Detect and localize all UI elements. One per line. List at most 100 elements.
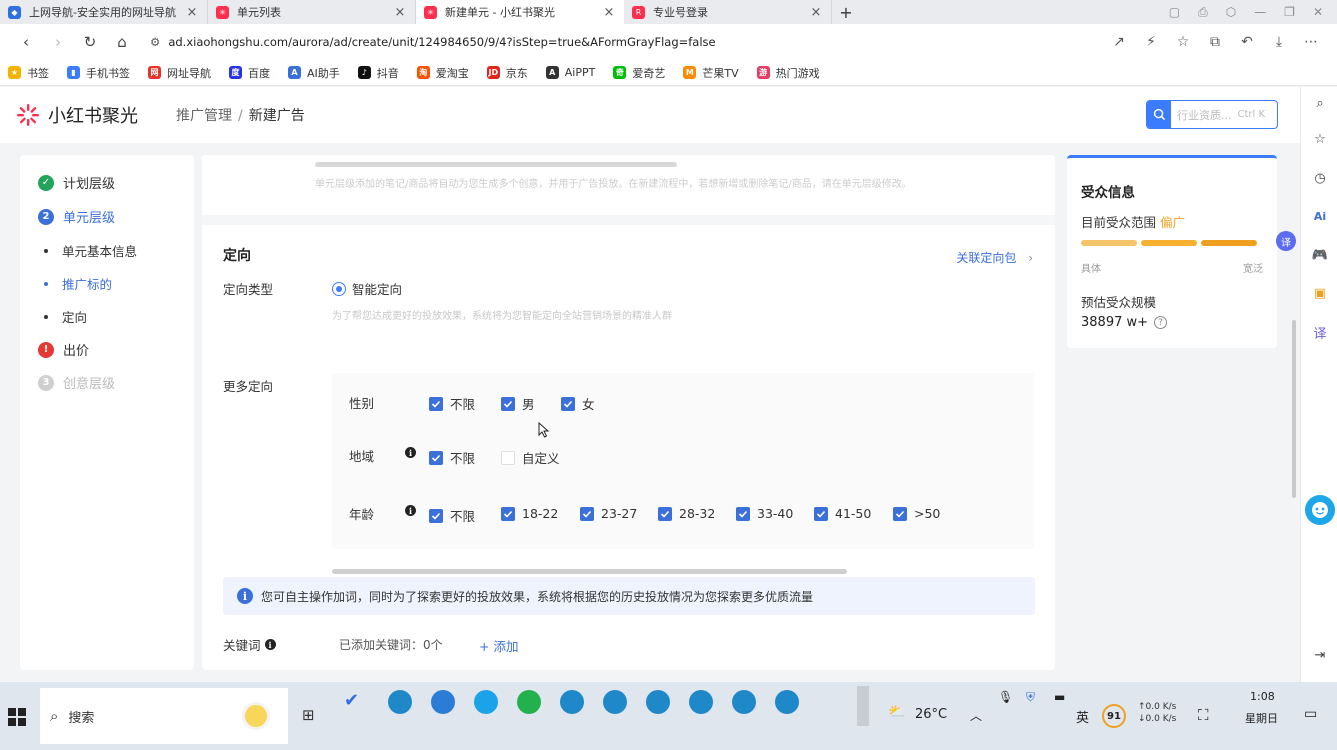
breadcrumb-item[interactable]: 推广管理 [176, 108, 232, 124]
bookmark-item[interactable]: M 芒果TV [683, 65, 739, 81]
undo-icon[interactable]: ↶ [1231, 34, 1263, 50]
search-icon[interactable]: ⌕ [1310, 93, 1330, 113]
age-option-checkbox[interactable]: 41-50 [814, 506, 871, 521]
bookmark-item[interactable]: ♪ 抖音 [357, 65, 399, 81]
star-icon[interactable]: ☆ [1167, 34, 1199, 50]
bookmark-item[interactable]: 网网址导航 [148, 65, 211, 81]
site-info-icon[interactable]: ⚙ [150, 35, 160, 49]
print-icon[interactable]: ⎙ [1198, 5, 1208, 20]
bookmark-item[interactable]: 淘爱淘宝 [416, 65, 469, 81]
screenshot-icon[interactable]: ⛶ [1198, 706, 1209, 724]
browser-tab[interactable]: ◆ 上网导航-安全实用的网址导航 × [0, 0, 208, 24]
browser-tab[interactable]: ✳ 单元列表 × [208, 0, 416, 24]
region-any-checkbox[interactable]: 不限 [429, 448, 475, 467]
more-icon[interactable]: ⋯ [1295, 34, 1327, 50]
horizontal-scrollbar[interactable] [332, 569, 847, 574]
bookmark-item[interactable]: A AiPPT [545, 66, 595, 79]
edge-browser-icon[interactable] [560, 690, 584, 714]
region-custom-checkbox[interactable]: 自定义 [501, 448, 560, 467]
translate-icon[interactable]: 译 [1310, 322, 1330, 342]
shield-icon[interactable]: ⛨ [1026, 690, 1035, 705]
step-unit-level[interactable]: 2 单元层级 [38, 207, 115, 226]
link-targeting-package-button[interactable]: 关联定向包 › [956, 249, 1033, 266]
history-icon[interactable]: ◷ [1310, 168, 1330, 188]
add-keyword-button[interactable]: + 添加 [479, 636, 518, 655]
horizontal-scrollbar[interactable] [315, 162, 677, 167]
minimize-icon[interactable]: — [1254, 5, 1266, 20]
favorites-icon[interactable]: ☆ [1310, 129, 1330, 149]
app-logo[interactable]: 小红书聚光 [16, 102, 138, 128]
chat-app-icon[interactable] [474, 690, 498, 714]
task-view-icon[interactable]: ⊞ [302, 706, 315, 724]
todo-icon[interactable]: ✔ [344, 690, 359, 711]
clock-weekday[interactable]: 星期日 [1245, 710, 1278, 726]
step-creative-level[interactable]: 3 创意层级 [38, 373, 115, 392]
share-icon[interactable]: ↗ [1103, 34, 1135, 50]
back-icon[interactable]: ‹ [10, 33, 42, 51]
age-option-checkbox[interactable]: 18-22 [501, 506, 558, 521]
weather-temp[interactable]: 26°C [915, 707, 947, 722]
bookmark-item[interactable]: 游热门游戏 [756, 65, 820, 81]
url-field[interactable]: ⚙ ad.xiaohongshu.com/aurora/ad/create/un… [144, 28, 1097, 56]
microphone-icon[interactable]: 🎙 [998, 690, 1013, 704]
extension-icon[interactable]: ⬡ [1226, 5, 1236, 20]
puzzle-icon[interactable]: ⧉ [1199, 34, 1231, 50]
age-option-checkbox[interactable]: 23-27 [580, 506, 637, 521]
age-option-checkbox[interactable]: 33-40 [736, 506, 793, 521]
help-icon[interactable]: ? [1154, 316, 1168, 329]
lightning-icon[interactable]: ⚡ [1135, 34, 1167, 50]
info-icon[interactable]: i [405, 447, 416, 458]
close-icon[interactable]: × [602, 5, 616, 20]
weather-icon[interactable]: ⛅ [888, 704, 905, 720]
wechat-icon[interactable] [517, 690, 541, 714]
bookmark-item[interactable]: A AI助手 [288, 65, 340, 81]
forward-icon[interactable]: › [42, 33, 74, 51]
search-icon[interactable] [1147, 101, 1171, 128]
collapse-panel-icon[interactable]: ⇥ [1310, 645, 1330, 665]
taskbar-scroll[interactable] [857, 686, 869, 726]
translate-icon[interactable]: 译 [1276, 231, 1296, 251]
search-input[interactable]: 行业资质... Ctrl K [1146, 100, 1278, 129]
substep-basic-info[interactable]: 单元基本信息 [44, 241, 137, 260]
bookmark-item[interactable]: 度百度 [229, 65, 270, 81]
performance-badge[interactable]: 91 [1102, 704, 1126, 728]
clock-time[interactable]: 1:08 [1250, 690, 1275, 703]
edge-browser-icon[interactable] [431, 690, 455, 714]
info-icon[interactable]: i [405, 505, 416, 516]
age-option-checkbox[interactable]: 不限 [429, 506, 475, 525]
edge-browser-icon[interactable] [646, 690, 670, 714]
close-icon[interactable]: × [809, 5, 823, 20]
briefcase-icon[interactable]: ▣ [1310, 283, 1330, 303]
bookmark-item[interactable]: 奇爱奇艺 [613, 65, 665, 81]
reload-icon[interactable]: ↻ [74, 33, 106, 51]
notification-icon[interactable]: ▭ [1304, 706, 1317, 722]
bookmark-item[interactable]: ▮ 手机书签 [67, 65, 130, 81]
edge-browser-icon[interactable] [603, 690, 627, 714]
edge-browser-icon[interactable] [775, 690, 799, 714]
download-icon[interactable]: ⤓ [1263, 34, 1295, 50]
maximize-icon[interactable]: ❐ [1284, 5, 1295, 20]
close-window-icon[interactable]: ✕ [1313, 5, 1323, 20]
close-icon[interactable]: × [185, 5, 199, 20]
smart-targeting-radio[interactable]: 智能定向 [332, 279, 402, 298]
gender-male-checkbox[interactable]: 男 [501, 394, 535, 413]
game-icon[interactable]: 🎮 [1310, 245, 1330, 265]
windows-start-icon[interactable] [8, 708, 26, 726]
step-plan-level[interactable]: ✓ 计划层级 [38, 173, 115, 192]
ime-indicator[interactable]: 英 [1076, 707, 1089, 726]
taskbar-search[interactable]: ⌕ 搜索 [40, 688, 288, 744]
close-icon[interactable]: × [393, 5, 407, 20]
home-icon[interactable]: ⌂ [106, 33, 138, 51]
bookmark-item[interactable]: ★ 书签 [8, 65, 49, 81]
page-scrollbar[interactable] [1292, 320, 1296, 498]
gender-any-checkbox[interactable]: 不限 [429, 394, 475, 413]
assistant-icon[interactable] [1305, 495, 1335, 525]
gender-female-checkbox[interactable]: 女 [561, 394, 595, 413]
age-option-checkbox[interactable]: 28-32 [658, 506, 715, 521]
edge-browser-icon[interactable] [732, 690, 756, 714]
info-icon[interactable]: i [264, 639, 276, 650]
edge-browser-icon[interactable] [689, 690, 713, 714]
substep-promotion-target[interactable]: 推广标的 [44, 274, 112, 293]
browser-tab-active[interactable]: ✳ 新建单元 - 小红书聚光 × [416, 0, 624, 24]
substep-targeting[interactable]: 定向 [44, 307, 87, 326]
